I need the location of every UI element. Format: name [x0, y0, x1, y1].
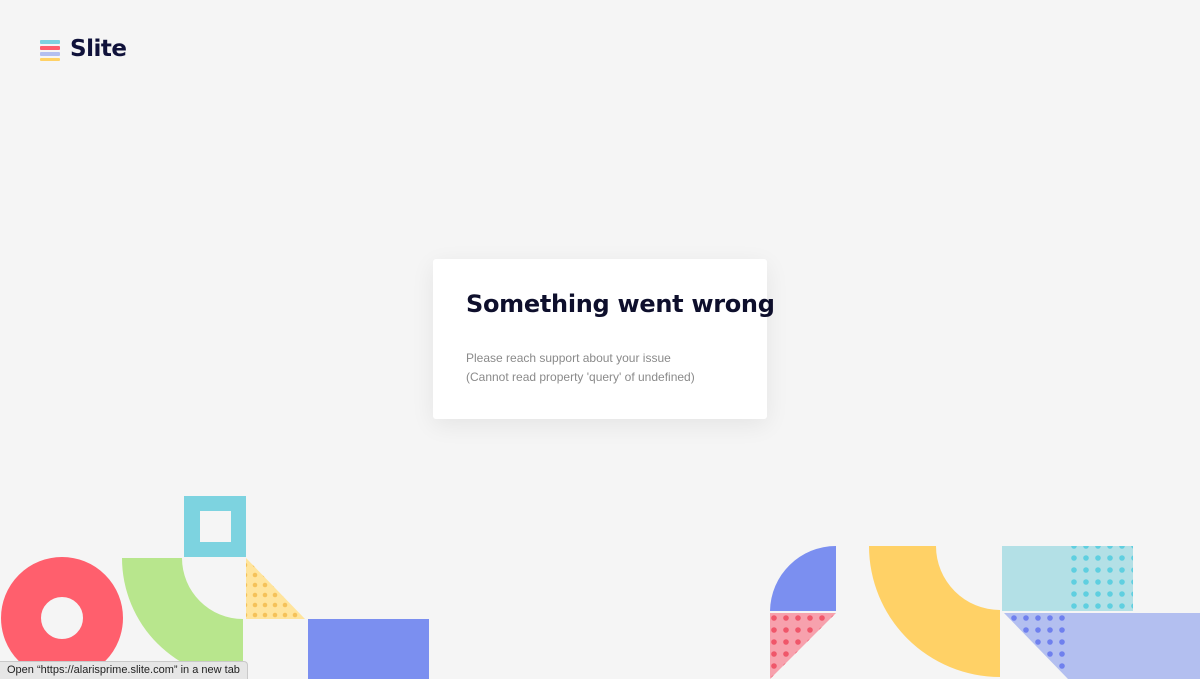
light-blue-shape-dots — [1004, 613, 1068, 679]
slite-logo[interactable]: Slite — [40, 36, 127, 62]
cyan-square-frame-shape — [184, 496, 246, 557]
pink-triangle-dots — [770, 613, 836, 679]
yellow-arc-shape — [869, 546, 1000, 677]
yellow-triangle-dots — [246, 558, 305, 619]
error-title: Something went wrong — [466, 290, 775, 318]
blue-quarter-circle-shape — [770, 546, 836, 611]
browser-status-bar: Open “https://alarisprime.slite.com” in … — [0, 661, 248, 679]
coral-ring-shape — [1, 557, 123, 679]
brand-name: Slite — [70, 36, 127, 62]
light-cyan-rectangle-dots — [1066, 546, 1133, 611]
error-message-line-1: Please reach support about your issue — [466, 351, 671, 365]
slite-logo-icon — [40, 39, 60, 61]
blue-rectangle-shape — [308, 619, 429, 679]
error-message-line-2: (Cannot read property 'query' of undefin… — [466, 370, 695, 384]
error-card: Something went wrong Please reach suppor… — [433, 259, 775, 419]
error-message: Please reach support about your issue (C… — [466, 349, 695, 387]
